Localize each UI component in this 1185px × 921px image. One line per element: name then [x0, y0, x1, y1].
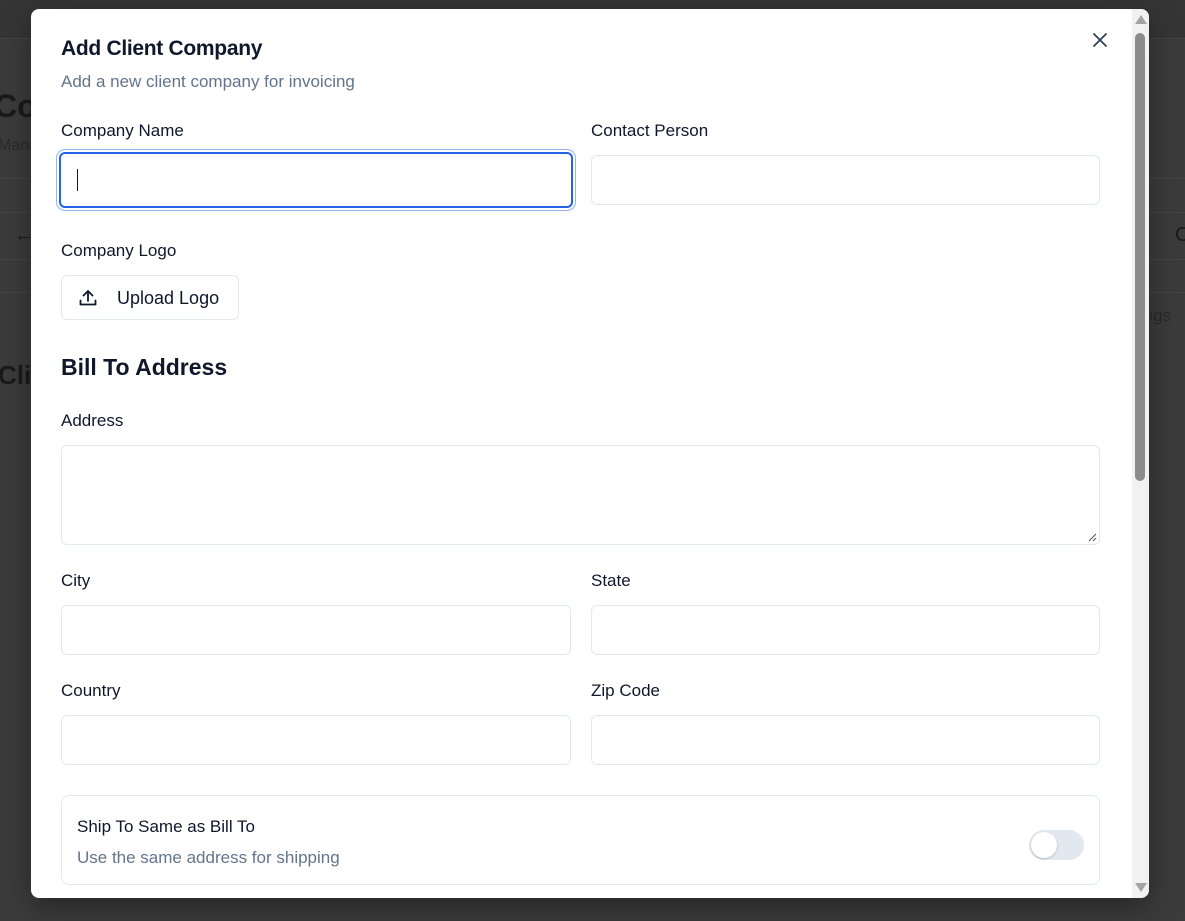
country-input[interactable] [61, 715, 571, 765]
contact-person-label: Contact Person [591, 121, 709, 140]
company-logo-label: Company Logo [61, 241, 177, 260]
dialog-description: Add a new client company for invoicing [61, 72, 355, 91]
ship-to-same-toggle[interactable] [1029, 830, 1084, 860]
dialog-title: Add Client Company [61, 37, 263, 60]
address-textarea[interactable] [61, 445, 1100, 545]
city-label: City [61, 571, 91, 590]
text-caret [77, 169, 78, 191]
scroll-down-arrow-icon[interactable] [1135, 883, 1147, 892]
bill-to-address-heading: Bill To Address [61, 354, 228, 380]
state-input[interactable] [591, 605, 1100, 655]
zip-code-input[interactable] [591, 715, 1100, 765]
upload-logo-button[interactable]: Upload Logo [61, 275, 239, 320]
country-label: Country [61, 681, 121, 700]
address-label: Address [61, 411, 124, 430]
upload-logo-label: Upload Logo [117, 288, 220, 308]
background-toolbar-fragment: C [1175, 224, 1185, 246]
scrollbar-thumb[interactable] [1135, 33, 1145, 481]
toggle-knob [1031, 832, 1057, 858]
state-label: State [591, 571, 631, 590]
upload-icon [78, 288, 98, 313]
scroll-up-arrow-icon[interactable] [1135, 15, 1147, 24]
company-name-label: Company Name [61, 121, 184, 140]
ship-to-same-title: Ship To Same as Bill To [77, 817, 255, 836]
dialog-scrollbar[interactable] [1132, 9, 1149, 898]
close-button[interactable] [1089, 29, 1111, 51]
zip-code-label: Zip Code [591, 681, 660, 700]
ship-to-same-card: Ship To Same as Bill To Use the same add… [61, 795, 1100, 885]
add-client-company-dialog: Add Client Company Add a new client comp… [31, 9, 1149, 898]
contact-person-input[interactable] [591, 155, 1100, 205]
close-icon [1093, 33, 1107, 47]
company-name-input[interactable] [59, 152, 573, 208]
ship-to-same-description: Use the same address for shipping [77, 848, 340, 867]
city-input[interactable] [61, 605, 571, 655]
resize-handle-icon[interactable] [1087, 532, 1097, 542]
background-section-title: Cli [0, 360, 32, 390]
